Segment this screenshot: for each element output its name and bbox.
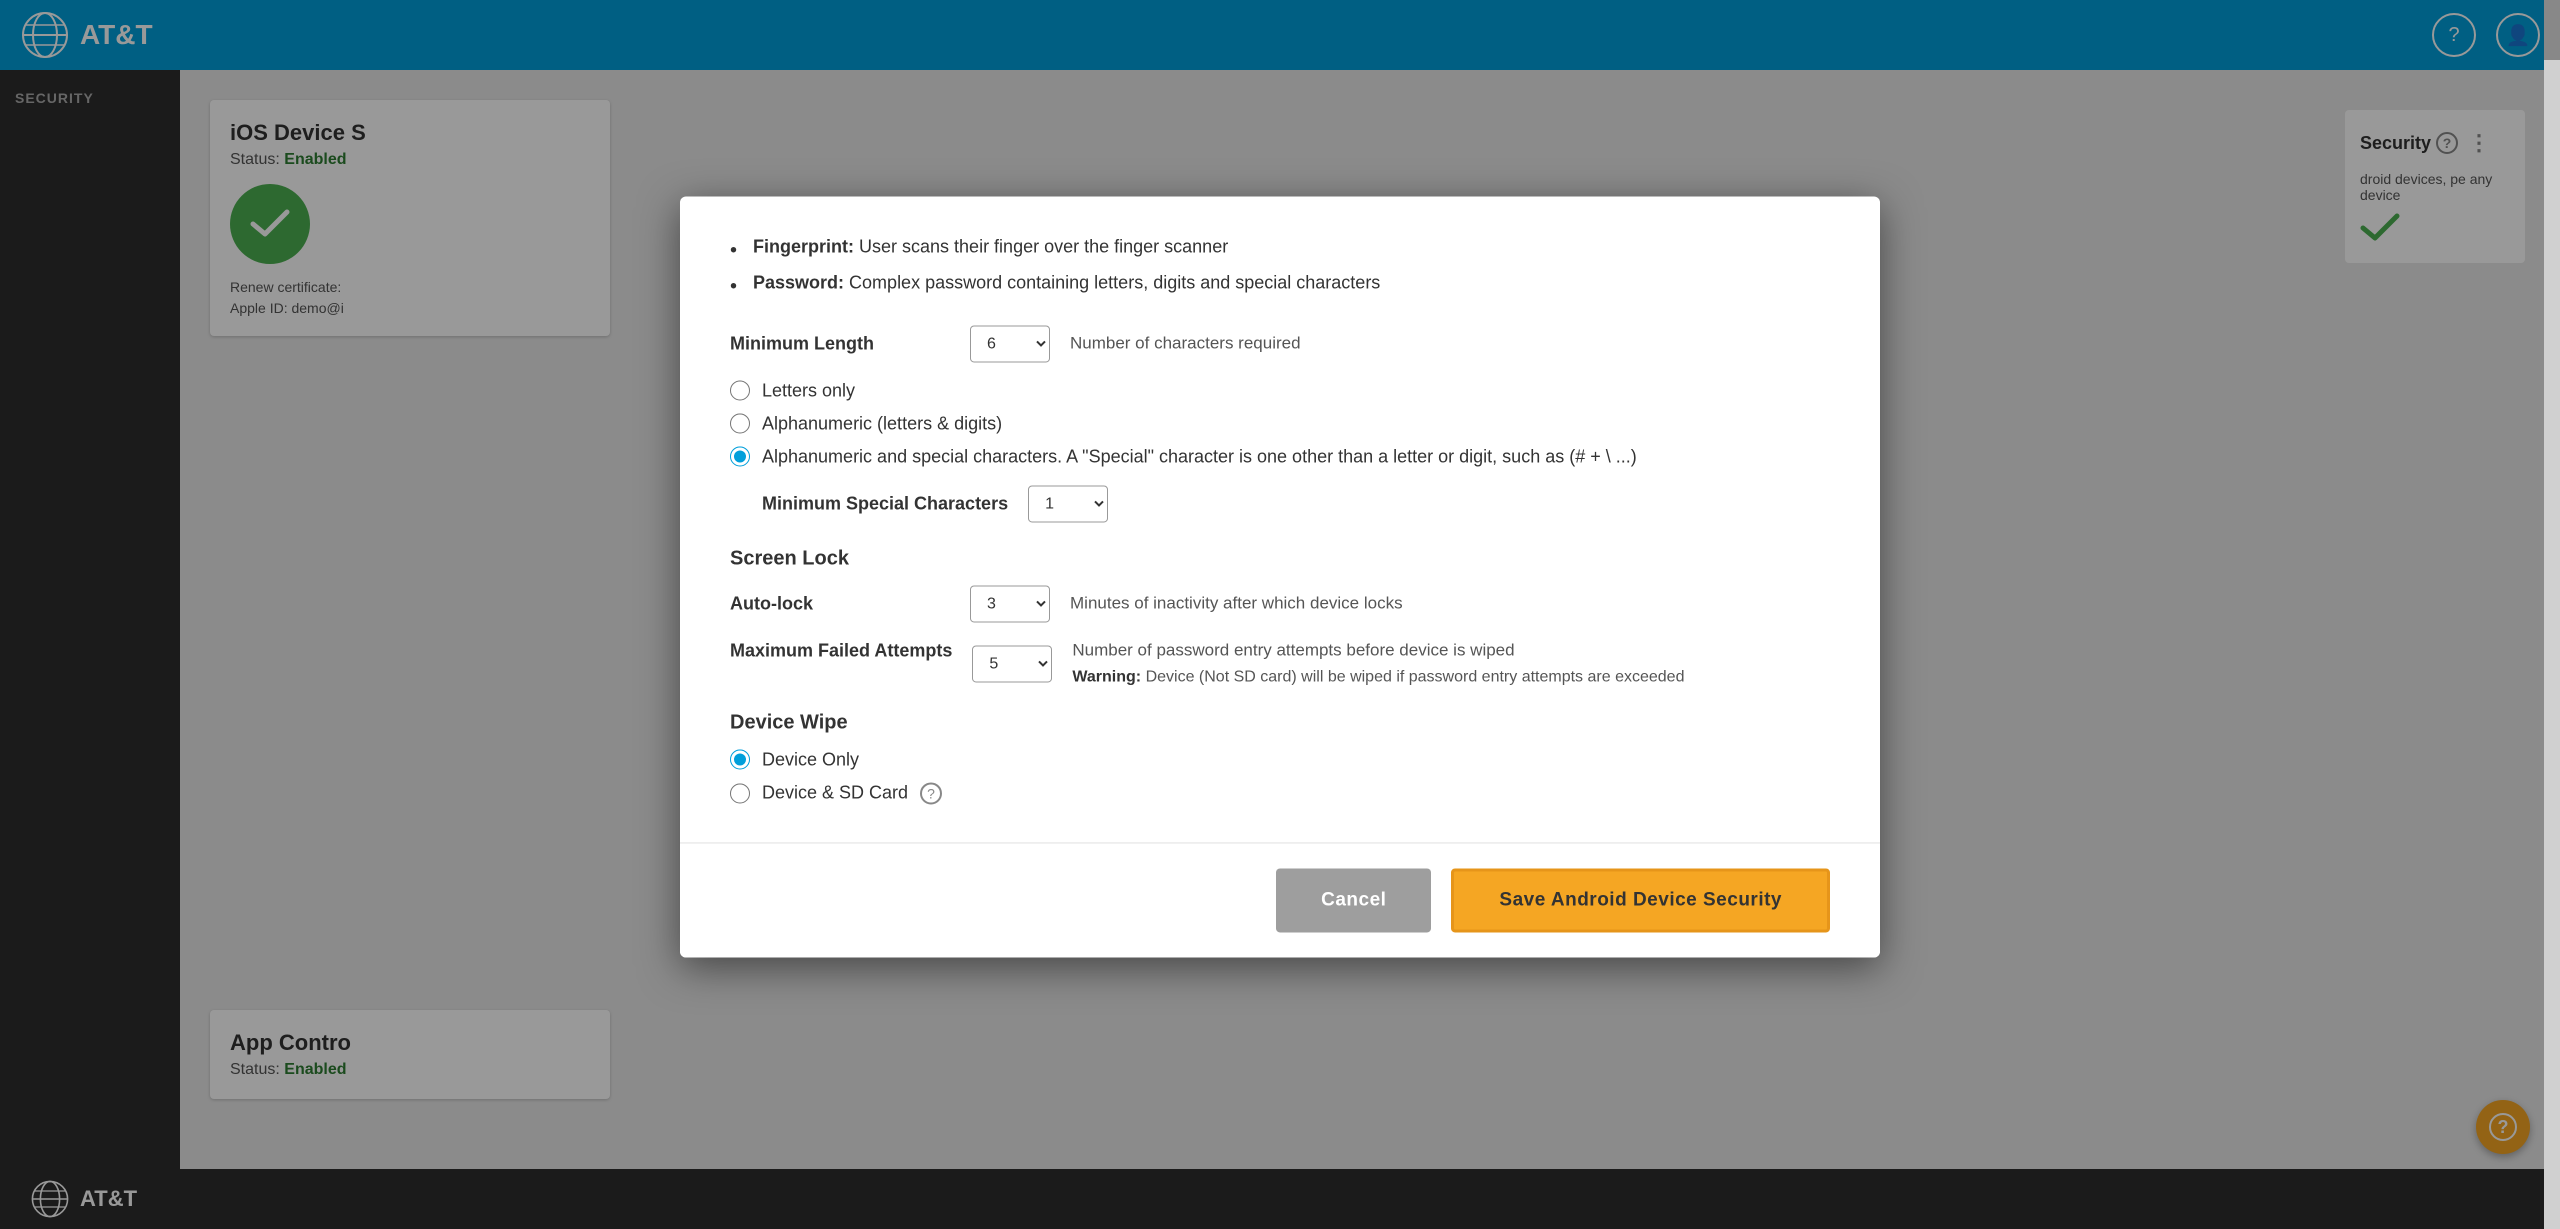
minimum-length-row: Minimum Length 6 1 2 3 4 5 7 8 Number of… [730, 325, 1830, 362]
device-sd-help-icon[interactable]: ? [920, 782, 942, 804]
minimum-length-label: Minimum Length [730, 333, 950, 354]
bullet-list: Fingerprint: User scans their finger ove… [730, 236, 1830, 300]
radio-letters-only[interactable]: Letters only [730, 380, 1830, 401]
radio-alphanumeric-special[interactable]: Alphanumeric and special characters. A "… [730, 446, 1830, 467]
radio-alphanumeric[interactable]: Alphanumeric (letters & digits) [730, 413, 1830, 434]
warning-bold-text: Warning: [1072, 668, 1141, 685]
max-failed-select[interactable]: 3 4 5 6 [972, 645, 1052, 682]
radio-letters-only-label: Letters only [762, 380, 855, 401]
save-android-security-button[interactable]: Save Android Device Security [1451, 868, 1830, 932]
min-special-row: Minimum Special Characters 0 1 2 3 [762, 485, 1830, 522]
page-scrollbar-thumb[interactable] [2544, 0, 2560, 60]
radio-device-sd-input[interactable] [730, 783, 750, 803]
device-wipe-heading: Device Wipe [730, 711, 1830, 734]
radio-alphanumeric-special-label: Alphanumeric and special characters. A "… [762, 446, 1637, 467]
auto-lock-select[interactable]: 1 2 3 4 5 [970, 585, 1050, 622]
radio-alphanumeric-input[interactable] [730, 413, 750, 433]
device-wipe-group: Device Only Device & SD Card ? [730, 749, 1830, 804]
radio-device-only-input[interactable] [730, 749, 750, 769]
auto-lock-label: Auto-lock [730, 593, 950, 614]
radio-device-only-label: Device Only [762, 749, 859, 770]
modal-body: Fingerprint: User scans their finger ove… [680, 196, 1880, 842]
password-text: Complex password containing letters, dig… [844, 272, 1380, 292]
minimum-length-select[interactable]: 6 1 2 3 4 5 7 8 [970, 325, 1050, 362]
radio-device-only[interactable]: Device Only [730, 749, 1830, 770]
max-failed-label: Maximum Failed Attempts [730, 640, 952, 661]
modal-footer: Cancel Save Android Device Security [680, 842, 1880, 957]
fingerprint-text: User scans their finger over the finger … [854, 236, 1228, 256]
radio-device-sd-label: Device & SD Card [762, 782, 908, 803]
cancel-button[interactable]: Cancel [1276, 868, 1431, 932]
fingerprint-label: Fingerprint: [753, 236, 854, 256]
radio-letters-only-input[interactable] [730, 380, 750, 400]
min-special-select[interactable]: 0 1 2 3 [1028, 485, 1108, 522]
max-failed-hints: Number of password entry attempts before… [1072, 640, 1684, 686]
warning-detail-text: Device (Not SD card) will be wiped if pa… [1146, 668, 1685, 685]
auto-lock-row: Auto-lock 1 2 3 4 5 Minutes of inactivit… [730, 585, 1830, 622]
max-failed-hint: Number of password entry attempts before… [1072, 640, 1684, 660]
modal-dialog: Fingerprint: User scans their finger ove… [680, 196, 1880, 957]
password-type-group: Letters only Alphanumeric (letters & dig… [730, 380, 1830, 467]
password-label: Password: [753, 272, 844, 292]
minimum-length-hint: Number of characters required [1070, 333, 1301, 353]
max-failed-warning: Warning: Device (Not SD card) will be wi… [1072, 668, 1684, 686]
bullet-fingerprint: Fingerprint: User scans their finger ove… [730, 236, 1830, 264]
auto-lock-hint: Minutes of inactivity after which device… [1070, 593, 1403, 613]
radio-alphanumeric-label: Alphanumeric (letters & digits) [762, 413, 1002, 434]
radio-device-sd[interactable]: Device & SD Card ? [730, 782, 1830, 804]
min-special-label: Minimum Special Characters [762, 493, 1008, 514]
bullet-password: Password: Complex password containing le… [730, 272, 1830, 300]
page-scrollbar[interactable] [2544, 0, 2560, 1229]
max-failed-row: Maximum Failed Attempts 3 4 5 6 Number o… [730, 640, 1830, 686]
screen-lock-heading: Screen Lock [730, 547, 1830, 570]
radio-alphanumeric-special-input[interactable] [730, 446, 750, 466]
